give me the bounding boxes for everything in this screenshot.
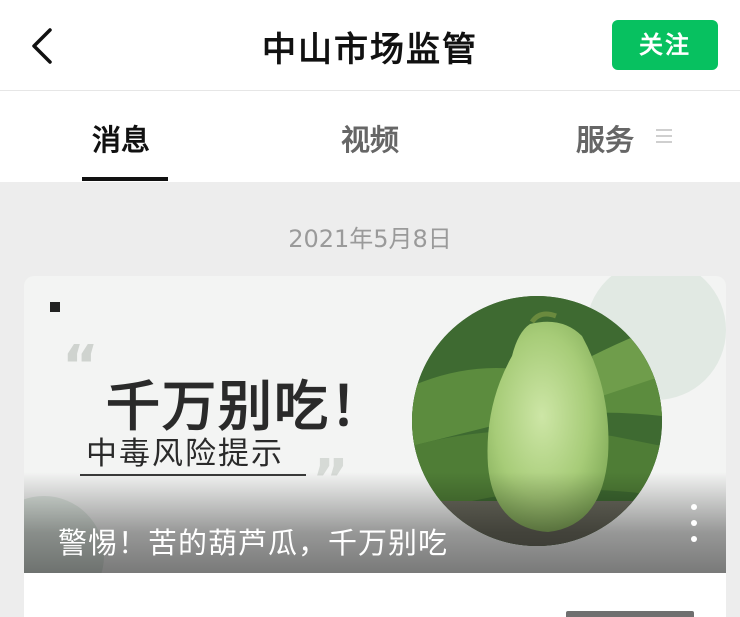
menu-lines-icon[interactable]: [654, 127, 674, 145]
decorative-square: [50, 302, 60, 312]
tab-services[interactable]: 服务: [576, 117, 634, 159]
tab-videos[interactable]: 视频: [341, 117, 399, 159]
article-card[interactable]: “ 千万别吃！ 中毒风险提示 ” 警惕！苦的葫芦瓜，千万别吃: [24, 276, 726, 573]
next-article-card[interactable]: [24, 573, 726, 617]
cover-subline: 中毒风险提示: [86, 436, 284, 472]
article-title[interactable]: 警惕！苦的葫芦瓜，千万别吃: [58, 520, 448, 562]
top-bar: 中山市场监管 关注: [0, 0, 740, 90]
tab-messages[interactable]: 消息: [92, 117, 150, 159]
more-vertical-icon[interactable]: [688, 504, 700, 550]
next-article-thumbnail: [566, 611, 694, 617]
open-quote-icon: “: [62, 334, 99, 399]
feed-date: 2021年5月8日: [288, 225, 452, 253]
active-tab-indicator: [82, 177, 168, 181]
tab-bar: 消息 视频 服务: [0, 90, 740, 182]
follow-button[interactable]: 关注: [612, 20, 718, 70]
